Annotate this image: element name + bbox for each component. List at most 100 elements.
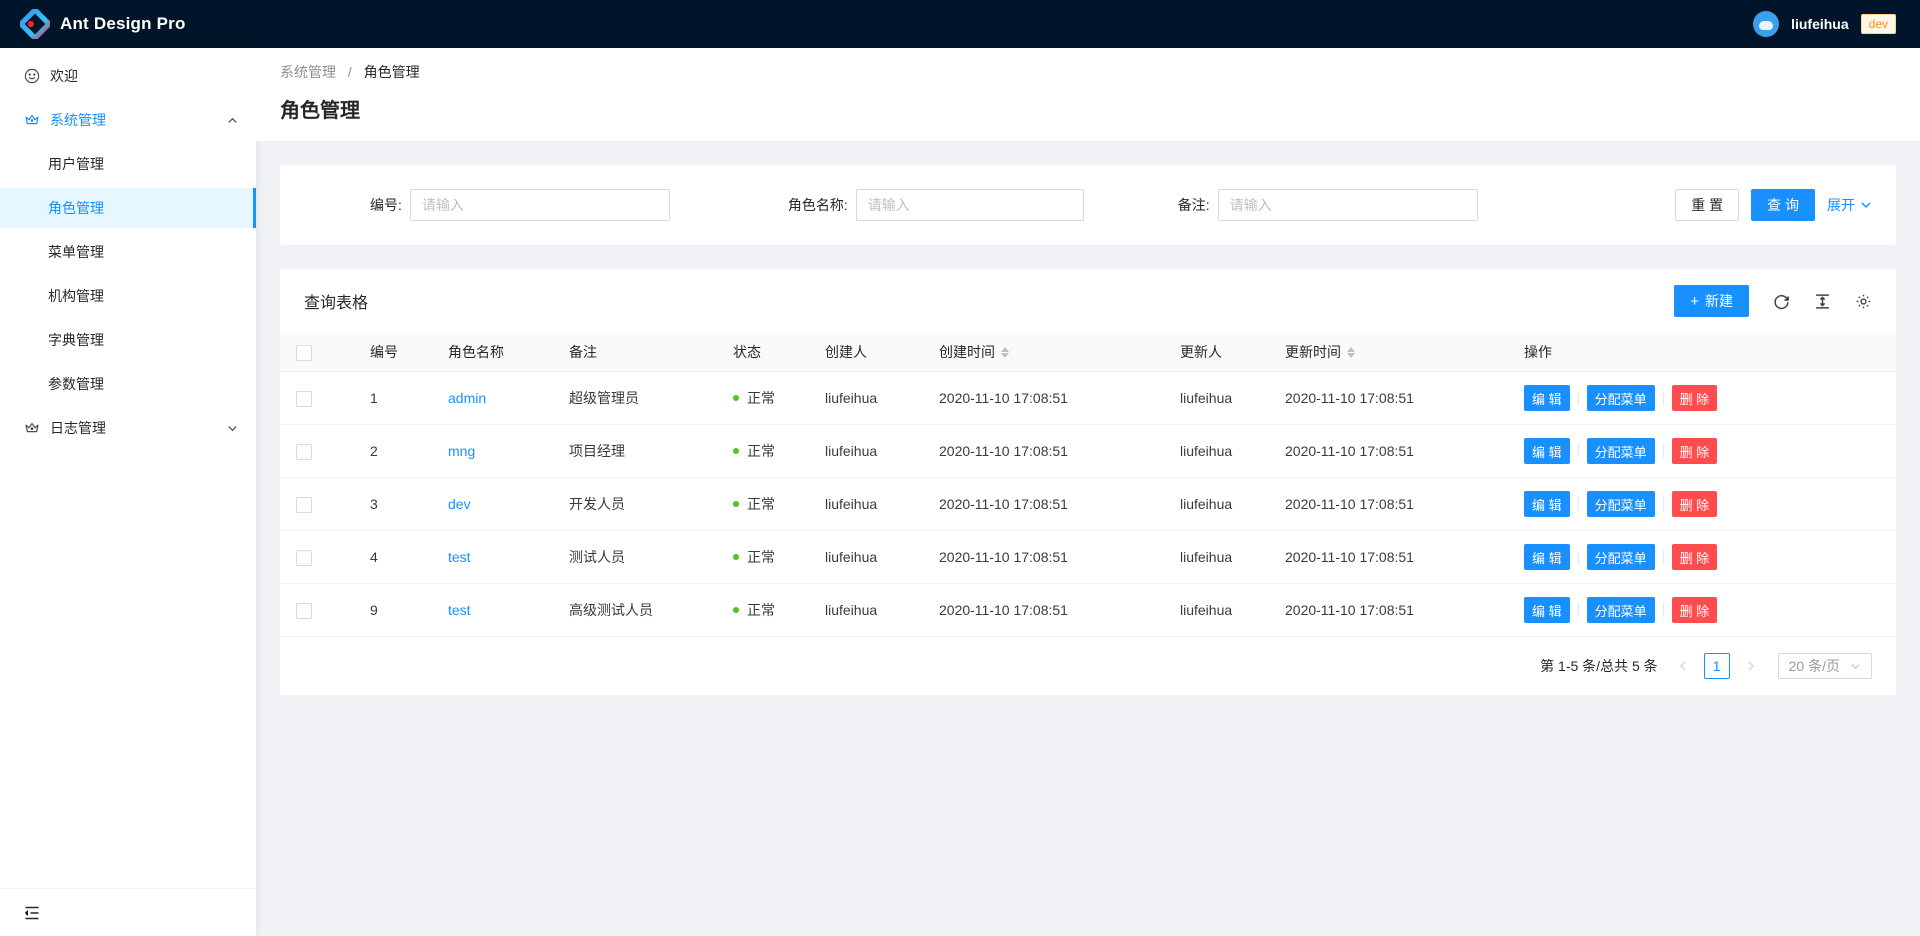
sidebar-item-dict-mgmt[interactable]: 字典管理 [0,320,256,360]
plus-icon: + [1690,293,1699,310]
cell-updater: liufeihua [1164,531,1269,584]
column-header-updater: 更新人 [1164,333,1269,372]
row-checkbox[interactable] [296,603,312,619]
update-time-sorter[interactable]: 更新时间 [1285,342,1355,362]
cell-creator: liufeihua [809,478,923,531]
assign-menu-button[interactable]: 分配菜单 [1587,544,1655,570]
page-number[interactable]: 1 [1704,653,1730,679]
sort-carets-icon [1001,347,1009,358]
row-checkbox[interactable] [296,444,312,460]
pagination: 第 1-5 条/总共 5 条 1 20 条/页 [280,637,1896,695]
column-label: 更新时间 [1285,342,1341,362]
column-header-remark: 备注 [553,333,717,372]
cell-id: 1 [354,372,432,425]
status-badge: 正常 [747,441,775,461]
delete-button[interactable]: 删 除 [1672,438,1718,464]
assign-menu-button[interactable]: 分配菜单 [1587,385,1655,411]
table-header-row: 编号 角色名称 备注 状态 创建人 创建时间 更新人 [280,333,1896,372]
sidebar-item-org-mgmt[interactable]: 机构管理 [0,276,256,316]
density-icon[interactable] [1814,293,1831,310]
create-time-sorter[interactable]: 创建时间 [939,342,1009,362]
id-search-input[interactable] [410,189,670,221]
vertical-divider [1663,444,1664,458]
cell-remark: 测试人员 [553,531,717,584]
delete-button[interactable]: 删 除 [1672,544,1718,570]
sidebar-item-role-mgmt[interactable]: 角色管理 [0,188,256,228]
vertical-divider [1663,603,1664,617]
table-title: 查询表格 [304,289,368,313]
avatar[interactable] [1753,11,1779,37]
status-badge: 正常 [747,388,775,408]
settings-gear-icon[interactable] [1855,293,1872,310]
expand-label: 展开 [1827,195,1855,215]
edit-button[interactable]: 编 辑 [1524,597,1570,623]
edit-button[interactable]: 编 辑 [1524,491,1570,517]
crown-icon [24,112,40,128]
cell-id: 3 [354,478,432,531]
assign-menu-button[interactable]: 分配菜单 [1587,491,1655,517]
row-checkbox[interactable] [296,497,312,513]
user-name[interactable]: liufeihua [1791,16,1849,32]
cell-remark: 超级管理员 [553,372,717,425]
role-name-link[interactable]: admin [448,390,486,406]
sidebar-item-param-mgmt[interactable]: 参数管理 [0,364,256,404]
edit-button[interactable]: 编 辑 [1524,385,1570,411]
select-all-checkbox[interactable] [296,345,312,361]
column-label: 创建时间 [939,342,995,362]
delete-button[interactable]: 删 除 [1672,597,1718,623]
query-button[interactable]: 查 询 [1751,189,1815,221]
role-name-link[interactable]: mng [448,443,475,459]
sidebar-group-log[interactable]: 日志管理 [0,408,256,448]
new-button[interactable]: + 新建 [1674,285,1749,317]
column-header-create-time: 创建时间 [923,333,1164,372]
row-checkbox[interactable] [296,550,312,566]
edit-button[interactable]: 编 辑 [1524,544,1570,570]
sidebar-item-label: 菜单管理 [48,242,104,262]
sidebar-item-label: 用户管理 [48,154,104,174]
menu-fold-icon[interactable] [24,905,40,921]
page-size-select[interactable]: 20 条/页 [1778,653,1872,679]
reload-icon[interactable] [1773,293,1790,310]
cell-creator: liufeihua [809,584,923,637]
status-badge: 正常 [747,600,775,620]
remark-search-input[interactable] [1218,189,1478,221]
sidebar-item-welcome[interactable]: 欢迎 [0,56,256,96]
role-name-link[interactable]: dev [448,496,471,512]
row-checkbox[interactable] [296,391,312,407]
column-header-id: 编号 [354,333,432,372]
sidebar-footer [0,888,256,936]
column-header-status: 状态 [717,333,809,372]
cell-creator: liufeihua [809,531,923,584]
next-page-icon[interactable] [1738,653,1764,679]
delete-button[interactable]: 删 除 [1672,385,1718,411]
reset-button[interactable]: 重 置 [1675,189,1739,221]
cell-update-time: 2020-11-10 17:08:51 [1269,425,1508,478]
table-row: 2 mng 项目经理 正常 liufeihua 2020-11-10 17:08… [280,425,1896,478]
vertical-divider [1663,497,1664,511]
role-name-link[interactable]: test [448,602,471,618]
cell-creator: liufeihua [809,372,923,425]
delete-button[interactable]: 删 除 [1672,491,1718,517]
cell-updater: liufeihua [1164,425,1269,478]
app-logo[interactable]: Ant Design Pro [20,9,186,39]
edit-button[interactable]: 编 辑 [1524,438,1570,464]
sidebar-group-system[interactable]: 系统管理 [0,100,256,140]
cell-remark: 高级测试人员 [553,584,717,637]
status-badge: 正常 [747,494,775,514]
cell-remark: 项目经理 [553,425,717,478]
role-name-link[interactable]: test [448,549,471,565]
breadcrumb-parent[interactable]: 系统管理 [280,64,336,80]
cell-update-time: 2020-11-10 17:08:51 [1269,478,1508,531]
cell-remark: 开发人员 [553,478,717,531]
prev-page-icon[interactable] [1670,653,1696,679]
main-content: 系统管理 / 角色管理 角色管理 编号: 角色名称: 备注: [256,48,1920,936]
assign-menu-button[interactable]: 分配菜单 [1587,438,1655,464]
breadcrumb-current: 角色管理 [364,64,420,80]
crown-icon [24,420,40,436]
role-name-search-input[interactable] [856,189,1084,221]
assign-menu-button[interactable]: 分配菜单 [1587,597,1655,623]
search-form-card: 编号: 角色名称: 备注: 重 置 查 询 展开 [280,165,1896,245]
sidebar-item-menu-mgmt[interactable]: 菜单管理 [0,232,256,272]
expand-link[interactable]: 展开 [1827,195,1872,215]
sidebar-item-user-mgmt[interactable]: 用户管理 [0,144,256,184]
